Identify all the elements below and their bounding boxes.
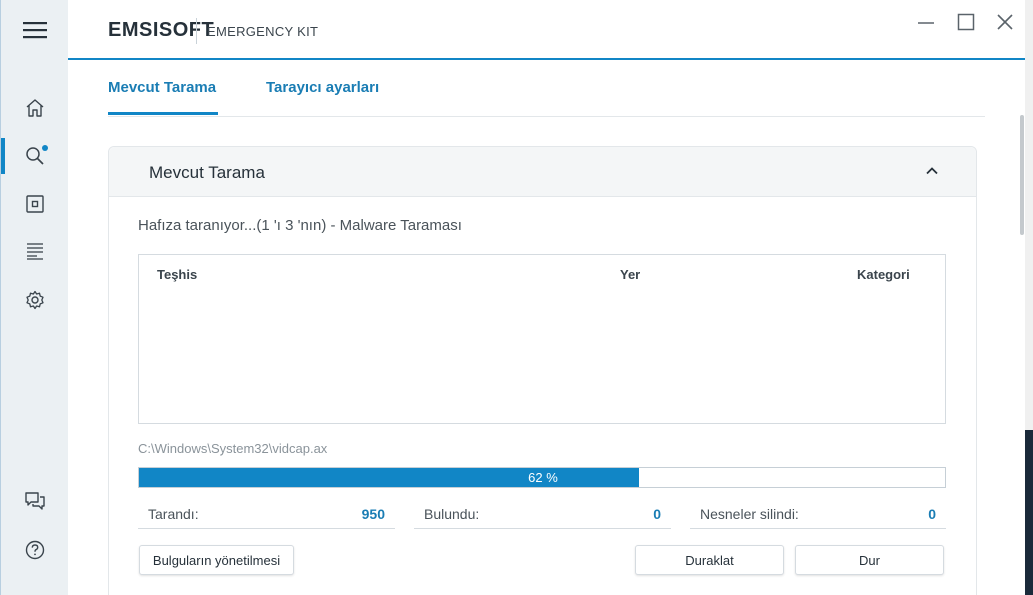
logs-icon [26, 243, 43, 260]
brand-divider [196, 18, 197, 44]
stat-deleted-value: 0 [928, 506, 936, 522]
stat-deleted: Nesneler silindi: 0 [690, 498, 946, 529]
sidebar [1, 0, 68, 595]
feedback-icon [24, 492, 45, 510]
sidebar-item-help[interactable] [1, 528, 68, 572]
tab-scanner-settings[interactable]: Tarayıcı ayarları [266, 79, 379, 96]
brand-logo: EMSISOFT [108, 19, 215, 41]
menu-button[interactable] [1, 0, 68, 60]
sidebar-item-feedback[interactable] [1, 479, 68, 523]
column-header-category[interactable]: Kategori [857, 267, 910, 282]
tabs-divider [108, 116, 985, 117]
chevron-up-icon[interactable] [924, 163, 940, 179]
stat-found-value: 0 [653, 506, 661, 522]
maximize-button[interactable] [952, 8, 980, 36]
scan-progress-bar: 62 % [138, 467, 946, 488]
sidebar-item-quarantine[interactable] [1, 182, 68, 226]
scrollbar-thumb[interactable] [1020, 115, 1024, 235]
stop-button[interactable]: Dur [795, 545, 944, 575]
active-tab-indicator [108, 112, 218, 115]
manage-findings-button[interactable]: Bulguların yönetilmesi [139, 545, 294, 575]
hamburger-icon [22, 22, 47, 39]
panel-header[interactable]: Mevcut Tarama [109, 147, 976, 197]
stat-found: Bulundu: 0 [414, 498, 671, 529]
sidebar-item-settings[interactable] [1, 278, 68, 322]
sidebar-item-home[interactable] [1, 86, 68, 130]
home-icon [26, 99, 43, 117]
tab-current-scan[interactable]: Mevcut Tarama [108, 79, 216, 96]
current-file-path: C:\Windows\System32\vidcap.ax [138, 441, 328, 456]
panel-title: Mevcut Tarama [149, 163, 265, 182]
stat-scanned-label: Tarandı: [148, 506, 199, 522]
product-name: EMERGENCY KIT [207, 24, 319, 39]
stat-deleted-label: Nesneler silindi: [700, 506, 799, 522]
settings-icon [25, 290, 44, 310]
close-icon [997, 14, 1013, 30]
progress-label: 62 % [528, 470, 558, 485]
help-icon [25, 540, 44, 560]
scan-status: Hafıza taranıyor...(1 'ı 3 'nın) - Malwa… [138, 217, 462, 234]
scan-activity-dot [42, 145, 48, 151]
minimize-icon [918, 22, 934, 24]
column-header-detection[interactable]: Teşhis [157, 267, 197, 282]
sidebar-item-scan[interactable] [1, 134, 68, 178]
desktop-edge [1025, 430, 1033, 595]
maximize-icon [957, 13, 975, 31]
stat-scanned-value: 950 [361, 506, 385, 522]
results-table[interactable]: Teşhis Yer Kategori [138, 254, 946, 424]
stat-found-label: Bulundu: [424, 506, 480, 522]
quarantine-icon [25, 195, 44, 213]
sidebar-item-logs[interactable] [1, 229, 68, 273]
stat-scanned: Tarandı: 950 [138, 498, 395, 529]
column-header-location[interactable]: Yer [620, 267, 640, 282]
title-bar: EMSISOFT EMERGENCY KIT [68, 0, 1033, 60]
pause-button[interactable]: Duraklat [635, 545, 784, 575]
close-button[interactable] [991, 8, 1019, 36]
app-window: EMSISOFT EMERGENCY KIT Mevcut Tarama Tar… [0, 0, 1033, 595]
minimize-button[interactable] [912, 8, 940, 36]
